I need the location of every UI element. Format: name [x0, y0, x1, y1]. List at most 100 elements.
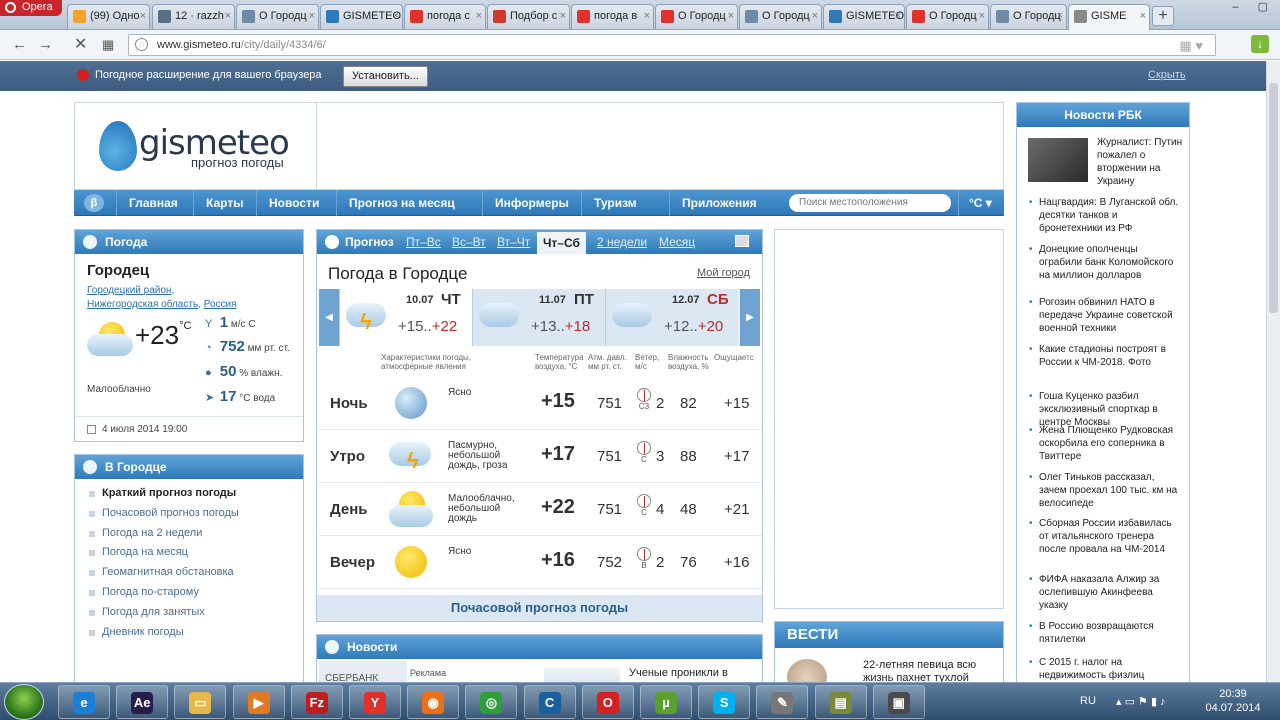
taskbar-cyberlink-button[interactable]: C: [523, 685, 576, 719]
taskbar-opera-button[interactable]: O: [581, 685, 634, 719]
hourly-forecast-button[interactable]: Почасовой прогноз погоды: [317, 595, 762, 621]
forecast-tab[interactable]: Вт–Чт: [497, 230, 530, 254]
rbk-news-item[interactable]: Олег Тиньков рассказал, зачем проехал 10…: [1029, 471, 1179, 510]
rbk-news-item[interactable]: Нацгвардия: В Луганской обл. десятки тан…: [1029, 196, 1179, 235]
close-tab-icon[interactable]: ×: [476, 5, 482, 27]
taskbar-chrome-button[interactable]: ◎: [465, 685, 518, 719]
rbk-first-headline[interactable]: Журналист: Путин пожалел о вторжении на …: [1097, 136, 1185, 188]
clock[interactable]: 20:39 04.07.2014: [1198, 687, 1268, 715]
forward-icon[interactable]: →: [38, 36, 53, 54]
location-search-input[interactable]: [789, 194, 951, 212]
close-tab-icon[interactable]: ×: [393, 5, 399, 27]
site-logo[interactable]: gismeteo прогноз погоды: [74, 102, 316, 190]
rbk-news-item[interactable]: ФИФА наказала Алжир за ослепившую Акинфе…: [1029, 573, 1179, 612]
browser-tab[interactable]: 12 · razzh ×: [152, 4, 235, 29]
browser-tab[interactable]: О Городц ×: [990, 4, 1067, 29]
window-controls[interactable]: – ▢: [1232, 0, 1276, 13]
close-tab-icon[interactable]: ×: [979, 5, 985, 27]
nav-item[interactable]: Информеры: [482, 190, 581, 216]
browser-tab[interactable]: О Городц ×: [739, 4, 822, 29]
region-link[interactable]: Нижегородская область: [87, 299, 198, 310]
close-tab-icon[interactable]: ×: [895, 5, 901, 27]
news-photo[interactable]: [1028, 138, 1088, 182]
forecast-tab[interactable]: Пт–Вс: [406, 230, 441, 254]
browser-tab[interactable]: GISMETEO ×: [320, 4, 403, 29]
close-tab-icon[interactable]: ×: [560, 5, 566, 27]
day-card[interactable]: ϟ 10.07 ЧТ +15..+22: [339, 289, 472, 346]
next-days-button[interactable]: ▶: [740, 289, 760, 346]
city-menu-item[interactable]: Краткий прогноз погоды: [89, 487, 303, 507]
taskbar-money-button[interactable]: ▤: [814, 685, 867, 719]
print-icon[interactable]: [735, 235, 749, 247]
rbk-news-item[interactable]: Донецкие ополченцы ограбили банк Коломой…: [1029, 243, 1179, 282]
nav-item[interactable]: Карты: [193, 190, 255, 216]
bookmark-heart-icon[interactable]: ▦ ♥: [1179, 36, 1203, 56]
speed-dial-icon[interactable]: ▦: [102, 36, 114, 54]
new-tab-button[interactable]: +: [1152, 6, 1174, 26]
rbk-news-item[interactable]: Сборная России избавилась от итальянског…: [1029, 517, 1179, 556]
vertical-scrollbar[interactable]: [1266, 61, 1280, 682]
browser-tab[interactable]: погода с ×: [404, 4, 486, 29]
nav-item[interactable]: Прогноз на месяц: [336, 190, 467, 216]
forecast-tab[interactable]: Чт–Сб: [537, 232, 586, 254]
close-tab-icon[interactable]: ×: [309, 5, 315, 27]
city-menu-item[interactable]: Погода на 2 недели: [89, 527, 303, 547]
taskbar-firefox-button[interactable]: ◉: [407, 685, 460, 719]
news-headline[interactable]: Ученые проникли в: [629, 667, 728, 679]
taskbar-game-button[interactable]: ▣: [872, 685, 925, 719]
close-tab-icon[interactable]: ×: [140, 5, 146, 27]
rbk-news-item[interactable]: Какие стадионы построят в России к ЧМ-20…: [1029, 343, 1179, 369]
browser-tab[interactable]: О Городц ×: [655, 4, 738, 29]
city-menu-item[interactable]: Погода по-старому: [89, 586, 303, 606]
city-menu-item[interactable]: Погода на месяц: [89, 546, 303, 566]
forecast-tab[interactable]: 2 недели: [597, 230, 647, 254]
beta-icon[interactable]: β: [84, 194, 104, 212]
forecast-tab[interactable]: Вс–Вт: [452, 230, 486, 254]
stop-icon[interactable]: ✕: [74, 36, 87, 54]
taskbar-explorer-button[interactable]: ▭: [174, 685, 227, 719]
taskbar-filezilla-button[interactable]: Fz: [290, 685, 343, 719]
my-city-link[interactable]: Мой город: [697, 267, 750, 279]
install-button[interactable]: Установить...: [343, 66, 428, 87]
city-menu-item[interactable]: Геомагнитная обстановка: [89, 566, 303, 586]
prev-days-button[interactable]: ◀: [319, 289, 339, 346]
scrollbar-thumb[interactable]: [1269, 83, 1278, 313]
back-icon[interactable]: ←: [12, 36, 27, 54]
forecast-tab[interactable]: Месяц: [659, 230, 695, 254]
nav-item[interactable]: Приложения: [669, 190, 769, 216]
close-tab-icon[interactable]: ×: [644, 5, 650, 27]
close-tab-icon[interactable]: ×: [812, 5, 818, 27]
browser-tab[interactable]: О Городц ×: [236, 4, 319, 29]
nav-item[interactable]: Главная: [116, 190, 190, 216]
download-icon[interactable]: ↓: [1251, 35, 1269, 53]
hide-banner-link[interactable]: Скрыть: [1148, 69, 1186, 81]
rbk-news-item[interactable]: В Россию возвращаются пятилетки: [1029, 620, 1179, 646]
city-menu-item[interactable]: Почасовой прогноз погоды: [89, 507, 303, 527]
tray-icons[interactable]: ▴ ▭ ⚑ ▮ ♪: [1116, 695, 1166, 708]
browser-tab[interactable]: (99) Одно ×: [67, 4, 150, 29]
close-tab-icon[interactable]: ×: [225, 5, 231, 27]
rbk-news-item[interactable]: Жена Плющенко Рудковская оскорбила его с…: [1029, 424, 1179, 463]
taskbar-skype-button[interactable]: S: [698, 685, 751, 719]
taskbar-internet-explorer-button[interactable]: e: [58, 685, 110, 719]
taskbar-after-effects-button[interactable]: Ae: [116, 685, 169, 719]
browser-tab[interactable]: GISME ×: [1068, 4, 1150, 30]
taskbar-media-player-button[interactable]: ▶: [232, 685, 285, 719]
city-menu-item[interactable]: Дневник погоды: [89, 626, 303, 646]
taskbar-pen-tool-button[interactable]: ✎: [756, 685, 809, 719]
country-link[interactable]: Россия: [204, 299, 237, 310]
close-tab-icon[interactable]: ×: [1140, 5, 1146, 27]
browser-tab[interactable]: GISMETEO ×: [823, 4, 905, 29]
opera-menu-button[interactable]: Opera: [0, 0, 62, 16]
district-link[interactable]: Городецкий район: [87, 285, 171, 296]
nav-item[interactable]: Новости: [256, 190, 331, 216]
city-menu-item[interactable]: Погода для занятых: [89, 606, 303, 626]
browser-tab[interactable]: О Городц ×: [906, 4, 989, 29]
close-tab-icon[interactable]: ×: [1057, 5, 1063, 27]
address-field[interactable]: ◌ www.gismeteo.ru/city/daily/4334/6/ ▦ ♥: [128, 34, 1216, 56]
unit-selector[interactable]: °C ▾: [958, 190, 1003, 216]
taskbar-utorrent-button[interactable]: µ: [640, 685, 692, 719]
nav-item[interactable]: Туризм: [581, 190, 649, 216]
start-button[interactable]: [4, 684, 44, 720]
close-tab-icon[interactable]: ×: [728, 5, 734, 27]
